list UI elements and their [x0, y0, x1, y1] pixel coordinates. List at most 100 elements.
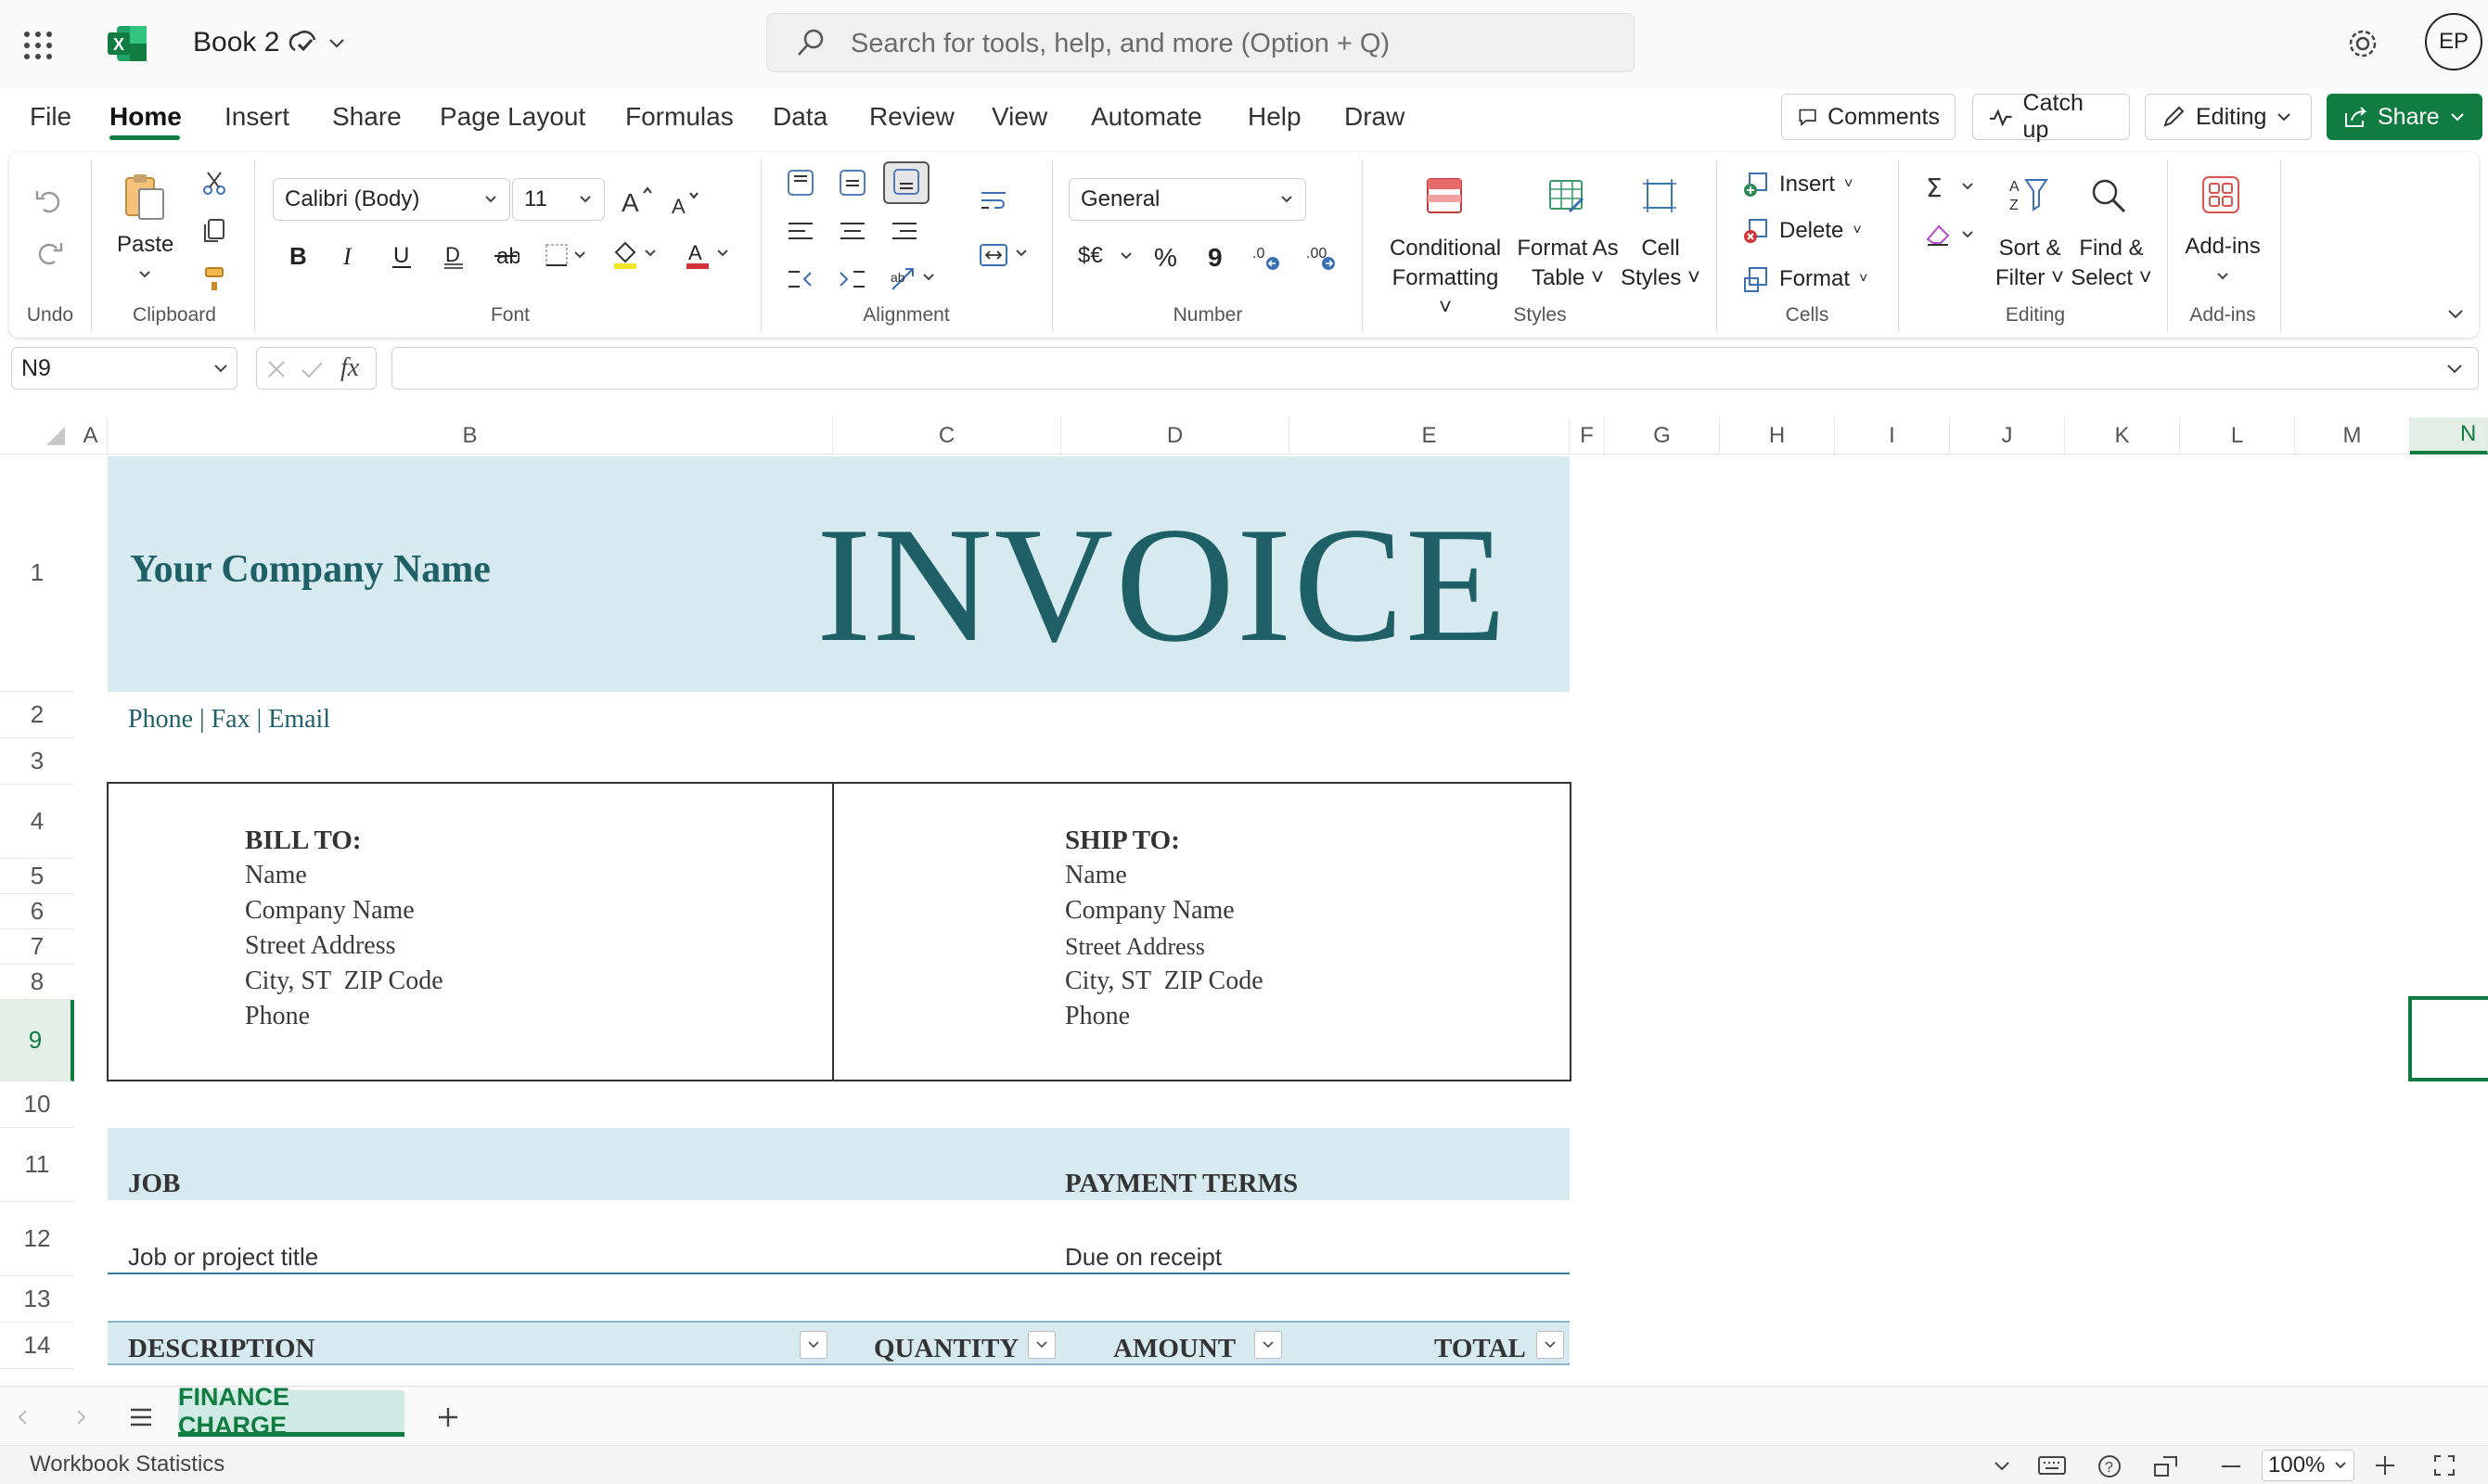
row-header-11[interactable]: 11 [0, 1128, 74, 1202]
paste-icon[interactable] [121, 171, 169, 223]
payment-terms-value[interactable]: Due on receipt [1065, 1243, 1222, 1272]
increase-font-size-icon[interactable]: A [620, 184, 655, 217]
catch-up-button[interactable]: Catch up [1972, 90, 2130, 143]
chevron-down-icon[interactable] [327, 33, 347, 54]
borders-icon[interactable] [544, 241, 590, 269]
fill-color-icon[interactable] [610, 239, 660, 271]
copy-icon[interactable] [200, 217, 228, 245]
scroll-tabs-right-icon[interactable] [71, 1407, 91, 1427]
bold-icon[interactable]: B [284, 241, 312, 269]
align-right-icon[interactable] [889, 215, 920, 247]
comma-style-button[interactable]: 9 [1208, 243, 1223, 273]
redo-icon[interactable] [33, 237, 65, 269]
settings-gear-icon[interactable] [2345, 26, 2380, 61]
increase-decimal-icon[interactable]: .0 [1250, 241, 1286, 273]
align-top-icon[interactable] [785, 167, 816, 198]
menu-share[interactable]: Share [332, 102, 402, 132]
row-header-7[interactable]: 7 [0, 929, 74, 965]
select-all-icon[interactable] [43, 423, 67, 447]
column-header-n[interactable]: N [2410, 417, 2488, 454]
font-color-icon[interactable]: A [683, 239, 733, 271]
find-select-button[interactable]: Find & Select ˅ [2065, 234, 2158, 293]
row-header-12[interactable]: 12 [0, 1202, 74, 1276]
paste-label[interactable]: Paste [117, 232, 173, 258]
row-header-9[interactable]: 9 [0, 1000, 74, 1081]
row-header-6[interactable]: 6 [0, 894, 74, 929]
zoom-dropdown[interactable]: 100% [2262, 1450, 2354, 1481]
total-filter-button[interactable] [1536, 1331, 1564, 1359]
decrease-decimal-icon[interactable]: .00 [1304, 241, 1340, 273]
cancel-x-icon[interactable] [264, 357, 289, 381]
invoice-title[interactable]: INVOICE [816, 492, 1508, 677]
paste-dropdown-chevron-icon[interactable] [137, 267, 152, 282]
menu-file[interactable]: File [30, 102, 71, 132]
menu-review[interactable]: Review [869, 102, 955, 132]
font-name-dropdown[interactable]: Calibri (Body) [273, 178, 510, 221]
strikethrough-icon[interactable]: ab [492, 241, 519, 269]
sort-filter-icon[interactable]: AZ [2007, 174, 2050, 217]
fullscreen-icon[interactable] [2432, 1453, 2456, 1478]
bill-to-phone[interactable]: Phone [245, 1002, 310, 1031]
format-painter-icon[interactable] [200, 265, 228, 293]
column-header-a[interactable]: A [74, 417, 108, 454]
ship-to-street[interactable]: Street Address [1065, 933, 1205, 961]
delete-cells-button[interactable]: Delete ˅ [1742, 217, 1862, 245]
column-header-j[interactable]: J [1950, 417, 2065, 454]
increase-indent-icon[interactable] [837, 263, 868, 295]
menu-help[interactable]: Help [1248, 102, 1302, 132]
ship-to-phone[interactable]: Phone [1065, 1002, 1130, 1031]
amount-filter-button[interactable] [1254, 1331, 1282, 1359]
workbook-title[interactable]: Book 2 [193, 27, 279, 58]
selected-cell-n9[interactable] [2408, 996, 2488, 1081]
menu-automate[interactable]: Automate [1091, 102, 1202, 132]
column-header-g[interactable]: G [1605, 417, 1720, 454]
column-header-k[interactable]: K [2065, 417, 2180, 454]
conditional-formatting-icon[interactable] [1425, 176, 1464, 215]
bill-to-heading[interactable]: BILL TO: [245, 825, 361, 856]
search-box[interactable]: Search for tools, help, and more (Option… [766, 13, 1635, 72]
autosave-status-icon[interactable] [286, 28, 319, 61]
help-question-icon[interactable]: ? [2097, 1453, 2122, 1479]
column-header-b[interactable]: B [108, 417, 833, 454]
menu-draw[interactable]: Draw [1344, 102, 1404, 132]
total-header[interactable]: TOTAL [1434, 1334, 1526, 1364]
add-ins-icon[interactable] [2200, 174, 2241, 215]
chevron-down-icon[interactable] [1119, 249, 1134, 263]
column-header-e[interactable]: E [1289, 417, 1570, 454]
user-avatar[interactable]: EP [2425, 13, 2482, 70]
autosum-icon[interactable]: Σ [1924, 173, 1980, 200]
align-bottom-icon[interactable] [883, 161, 930, 204]
row-header-8[interactable]: 8 [0, 965, 74, 1000]
app-launcher-icon[interactable] [17, 24, 59, 67]
payment-terms-heading[interactable]: PAYMENT TERMS [1065, 1169, 1298, 1199]
orientation-icon[interactable]: ab [889, 263, 939, 295]
bill-to-street[interactable]: Street Address [245, 931, 396, 961]
row-header-14[interactable]: 14 [0, 1323, 74, 1369]
share-button[interactable]: Share [2327, 94, 2482, 140]
cell-styles-button[interactable]: Cell Styles ˅ [1620, 234, 1701, 293]
row-header-2[interactable]: 2 [0, 692, 74, 738]
status-chevron-down-icon[interactable] [1993, 1457, 2011, 1476]
ship-to-company[interactable]: Company Name [1065, 896, 1235, 926]
description-filter-button[interactable] [800, 1331, 827, 1359]
all-sheets-menu-icon[interactable] [128, 1405, 154, 1429]
contact-line[interactable]: Phone | Fax | Email [128, 705, 330, 735]
editing-mode-button[interactable]: Editing [2145, 94, 2312, 140]
amount-header[interactable]: AMOUNT [1113, 1334, 1236, 1364]
comments-button[interactable]: Comments [1781, 94, 1956, 140]
ship-to-name[interactable]: Name [1065, 861, 1127, 890]
description-header[interactable]: DESCRIPTION [128, 1334, 314, 1364]
double-underline-icon[interactable]: D [440, 241, 468, 269]
quantity-header[interactable]: QUANTITY [874, 1334, 1019, 1364]
job-heading[interactable]: JOB [128, 1169, 180, 1199]
format-cells-button[interactable]: Format ˅ [1742, 265, 1867, 293]
column-header-d[interactable]: D [1061, 417, 1289, 454]
row-header-13[interactable]: 13 [0, 1276, 74, 1323]
row-header-10[interactable]: 10 [0, 1081, 74, 1128]
decrease-font-size-icon[interactable]: A [670, 187, 703, 217]
expand-formula-chevron-icon[interactable] [2444, 359, 2465, 379]
column-header-m[interactable]: M [2295, 417, 2410, 454]
merge-center-icon[interactable] [978, 239, 1033, 271]
align-left-icon[interactable] [785, 215, 816, 247]
sort-filter-button[interactable]: Sort & Filter ˅ [1985, 234, 2074, 293]
